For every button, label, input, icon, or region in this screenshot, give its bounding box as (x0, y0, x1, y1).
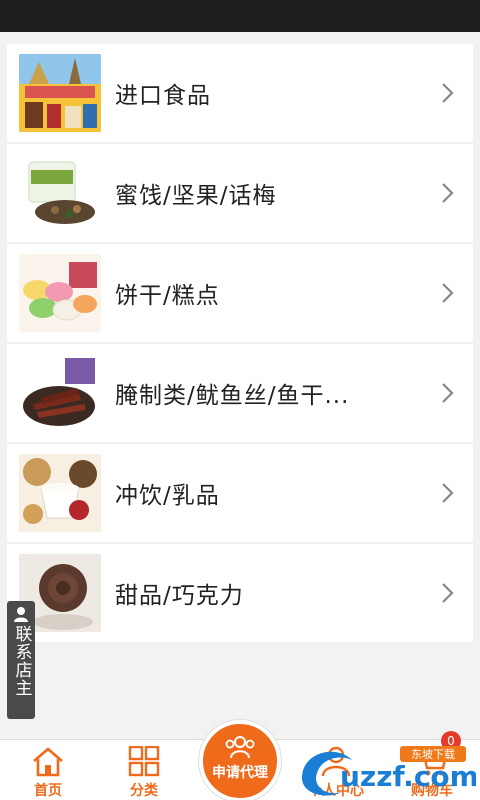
category-label: 饼干/糕点 (115, 283, 220, 309)
group-icon (225, 736, 255, 759)
contact-label: 联系店主 (11, 625, 32, 697)
chevron-right-icon (442, 83, 454, 103)
uzzf-watermark-logo: 东坡下载 uzzf.com (302, 746, 476, 796)
category-label: 腌制类/鱿鱼丝/鱼干... (115, 383, 350, 409)
apply-agent-button[interactable]: 申请代理 (199, 720, 281, 800)
tab-home-label: 首页 (34, 783, 62, 799)
nuts-jar-image (19, 154, 101, 232)
category-label: 冲饮/乳品 (115, 483, 220, 509)
chevron-right-icon (442, 183, 454, 203)
category-label: 进口食品 (115, 83, 211, 109)
chevron-right-icon (442, 283, 454, 303)
chevron-right-icon (442, 483, 454, 503)
dried-fish-image (19, 354, 101, 432)
contact-shop-owner-button[interactable]: 联系店主 (7, 601, 35, 719)
category-row-nuts[interactable]: 蜜饯/坚果/话梅 (7, 144, 473, 244)
yogurt-cereal-image (19, 454, 101, 532)
tab-category[interactable]: 分类 (96, 746, 192, 800)
person-icon (14, 607, 28, 622)
chevron-right-icon (442, 383, 454, 403)
status-bar (0, 0, 480, 32)
mochi-cakes-image (19, 254, 101, 332)
category-row-pickled[interactable]: 腌制类/鱿鱼丝/鱼干... (7, 344, 473, 444)
chevron-right-icon (442, 583, 454, 603)
tab-home[interactable]: 首页 (0, 746, 96, 800)
imported-food-image (19, 54, 101, 132)
category-row-imported-food[interactable]: 进口食品 (7, 44, 473, 144)
watermark-text: uzzf.com (340, 760, 476, 793)
grid-icon (128, 746, 160, 777)
category-label: 甜品/巧克力 (115, 583, 244, 609)
category-list: 进口食品 蜜饯/坚果/话梅 饼干/糕点 腌制类/鱿鱼丝/鱼干... 冲饮/乳品 (7, 44, 473, 644)
category-label: 蜜饯/坚果/话梅 (115, 183, 277, 209)
category-row-biscuits[interactable]: 饼干/糕点 (7, 244, 473, 344)
category-row-drinks-dairy[interactable]: 冲饮/乳品 (7, 444, 473, 544)
apply-agent-label: 申请代理 (212, 765, 268, 781)
home-icon (33, 747, 63, 777)
tab-category-label: 分类 (130, 783, 158, 799)
category-row-dessert[interactable]: 甜品/巧克力 (7, 544, 473, 644)
